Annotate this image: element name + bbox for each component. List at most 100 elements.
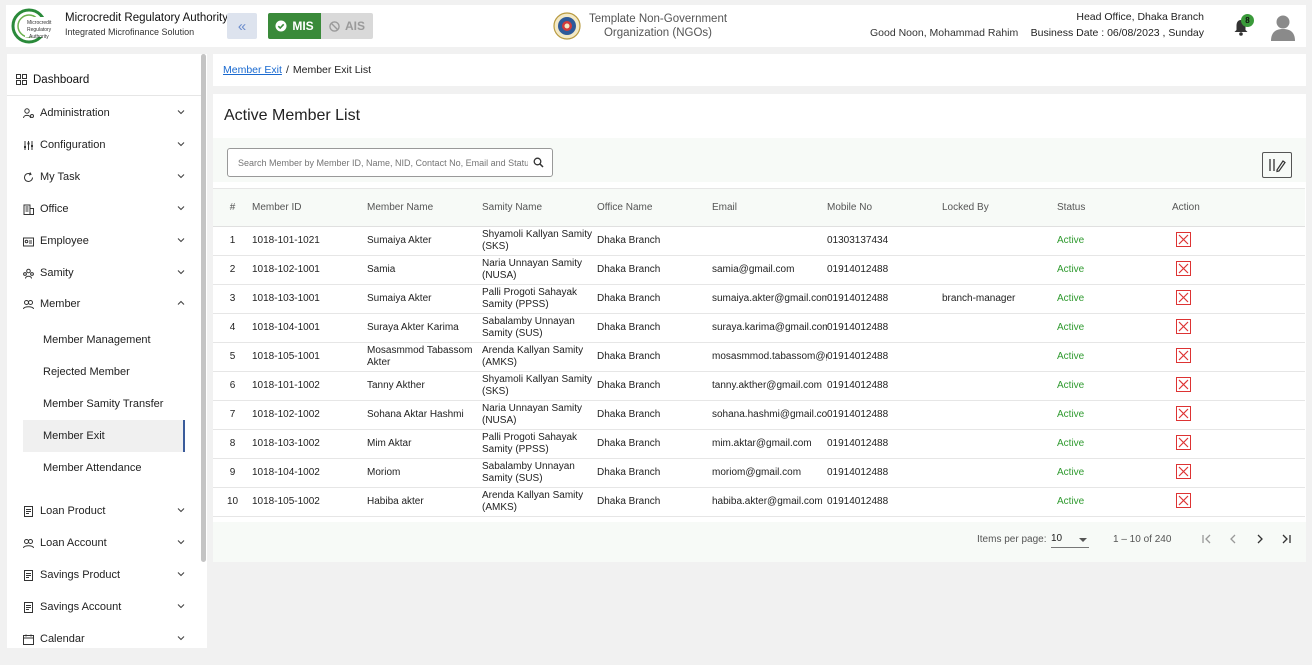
cell-office: Dhaka Branch	[597, 284, 712, 314]
cell-mobile: 01914012488	[827, 342, 942, 372]
sidebar-subitem-member-samity-transfer[interactable]: Member Samity Transfer	[23, 388, 185, 420]
sidebar-item-office[interactable]: Office	[7, 193, 197, 225]
table-row[interactable]: 5 1018-105-1001 Mosasmmod Tabassom Akter Ar…	[213, 342, 1305, 372]
sidebar-subitem-member-exit[interactable]: Member Exit	[23, 420, 185, 452]
cell-mobile: 01303137434	[827, 226, 942, 256]
double-chevron-left-icon: «	[237, 17, 247, 35]
items-per-page-select[interactable]: 10	[1051, 530, 1089, 548]
sidebar-item-savings-account[interactable]: Savings Account	[7, 591, 197, 623]
table-row[interactable]: 7 1018-102-1002 Sohana Aktar Hashmi Naria U…	[213, 400, 1305, 430]
close-icon	[1178, 321, 1189, 332]
column-header: Office Name	[597, 188, 712, 227]
cell-action	[1172, 255, 1305, 285]
cell-name: Sohana Aktar Hashmi	[367, 400, 482, 430]
delete-member-button[interactable]	[1176, 232, 1191, 248]
table-row[interactable]: 8 1018-103-1002 Mim Aktar Palli Progoti Sah…	[213, 429, 1305, 459]
sidebar-subitem-label: Member Samity Transfer	[43, 398, 164, 410]
collapse-sidebar-button[interactable]: «	[227, 13, 257, 39]
cell-locked	[942, 429, 1057, 459]
last-page-button[interactable]	[1277, 530, 1295, 548]
cell-mobile: 01914012488	[827, 284, 942, 314]
user-avatar-icon[interactable]	[1270, 13, 1296, 41]
cell-samity: Palli Progoti Sahayak Samity (PPSS)	[482, 284, 597, 314]
current-office: Head Office, Dhaka Branch	[1076, 11, 1204, 23]
sidebar-subitem-rejected-member[interactable]: Rejected Member	[23, 356, 185, 388]
search-field	[227, 148, 553, 177]
cell-id: 1018-105-1001	[252, 342, 367, 372]
first-page-button[interactable]	[1198, 530, 1216, 548]
next-page-button[interactable]	[1251, 530, 1269, 548]
cell-id: 1018-103-1001	[252, 284, 367, 314]
delete-member-button[interactable]	[1176, 261, 1191, 277]
delete-member-button[interactable]	[1176, 464, 1191, 480]
status-badge: Active	[1057, 350, 1085, 362]
email-text: suraya.karima@gmail.com	[712, 321, 827, 333]
sidebar-item-savings-product[interactable]: Savings Product	[7, 559, 197, 591]
email-text: mim.aktar@gmail.com	[712, 437, 812, 449]
items-per-page-label: Items per page:	[977, 534, 1047, 545]
chevron-down-icon	[177, 572, 185, 577]
cell-name: Suraya Akter Karima	[367, 313, 482, 343]
table-row[interactable]: 4 1018-104-1001 Suraya Akter Karima Sabalam…	[213, 313, 1305, 343]
cell-n: 4	[213, 313, 252, 343]
email-text: moriom@gmail.com	[712, 466, 802, 478]
sidebar-subitem-member-management[interactable]: Member Management	[23, 324, 185, 356]
sidebar-item-my-task[interactable]: My Task	[7, 161, 197, 193]
delete-member-button[interactable]	[1176, 319, 1191, 335]
cell-n: 5	[213, 342, 252, 372]
sidebar-item-samity[interactable]: Samity	[7, 257, 197, 289]
search-input[interactable]	[238, 149, 528, 176]
column-header: #	[213, 188, 252, 227]
page-title: Active Member List	[224, 107, 361, 124]
cell-mobile: 01914012488	[827, 371, 942, 401]
sidebar-scrollbar[interactable]	[201, 54, 206, 562]
delete-member-button[interactable]	[1176, 406, 1191, 422]
cell-action	[1172, 371, 1305, 401]
mis-toggle-button[interactable]: MIS	[268, 13, 321, 39]
cell-samity: Sabalamby Unnayan Samity (SUS)	[482, 458, 597, 488]
table-row[interactable]: 2 1018-102-1001 Samia Naria Unnayan Samity …	[213, 255, 1305, 285]
delete-member-button[interactable]	[1176, 377, 1191, 393]
sidebar-item-member[interactable]: Member	[7, 288, 197, 320]
column-header: Member Name	[367, 188, 482, 227]
sidebar: Dashboard Administration Configuration M…	[7, 54, 207, 648]
sidebar-item-calendar[interactable]: Calendar	[7, 623, 197, 648]
table-row[interactable]: 10 1018-105-1002 Habiba akter Arenda Kallya…	[213, 487, 1305, 517]
search-icon[interactable]	[533, 157, 544, 168]
table-row[interactable]: 1 1018-101-1021 Sumaiya Akter Shyamoli Kall…	[213, 226, 1305, 256]
cell-mobile: 01914012488	[827, 400, 942, 430]
column-settings-button[interactable]	[1262, 152, 1292, 178]
group-icon	[23, 268, 34, 279]
delete-member-button[interactable]	[1176, 435, 1191, 451]
previous-page-button[interactable]	[1224, 530, 1242, 548]
status-badge: Active	[1057, 292, 1085, 304]
cell-samity: Shyamoli Kallyan Samity (SKS)	[482, 226, 597, 256]
table-row[interactable]: 3 1018-103-1001 Sumaiya Akter Palli Progoti…	[213, 284, 1305, 314]
table-row[interactable]: 6 1018-101-1002 Tanny Akther Shyamoli Kally…	[213, 371, 1305, 401]
sidebar-subitem-member-attendance[interactable]: Member Attendance	[23, 452, 185, 484]
sidebar-item-loan-product[interactable]: Loan Product	[7, 495, 197, 527]
sidebar-subitem-label: Rejected Member	[43, 366, 130, 378]
ais-label: AIS	[344, 19, 365, 33]
column-header: Email	[712, 188, 827, 227]
close-icon	[1178, 292, 1189, 303]
sidebar-item-employee[interactable]: Employee	[7, 225, 197, 257]
ais-toggle-button[interactable]: AIS	[321, 13, 373, 39]
table-row[interactable]: 9 1018-104-1002 Moriom Sabalamby Unnayan Sa…	[213, 458, 1305, 488]
sidebar-item-dashboard[interactable]: Dashboard	[7, 64, 201, 96]
email-text: tanny.akther@gmail.com	[712, 379, 823, 391]
sidebar-item-loan-account[interactable]: Loan Account	[7, 527, 197, 559]
breadcrumb-link-member-exit[interactable]: Member Exit	[223, 64, 282, 76]
cell-name: Sumaiya Akter	[367, 226, 482, 256]
column-header: Samity Name	[482, 188, 597, 227]
delete-member-button[interactable]	[1176, 290, 1191, 306]
sidebar-item-configuration[interactable]: Configuration	[7, 129, 197, 161]
sidebar-item-administration[interactable]: Administration	[7, 97, 197, 129]
sliders-icon	[24, 140, 33, 150]
brand-title: Microcredit Regulatory Authority	[65, 12, 228, 24]
table-header-row: # Member ID Member Name Samity Name Offi…	[213, 188, 1305, 227]
delete-member-button[interactable]	[1176, 348, 1191, 364]
document-icon	[24, 569, 33, 581]
delete-member-button[interactable]	[1176, 493, 1191, 509]
cell-action	[1172, 342, 1305, 372]
